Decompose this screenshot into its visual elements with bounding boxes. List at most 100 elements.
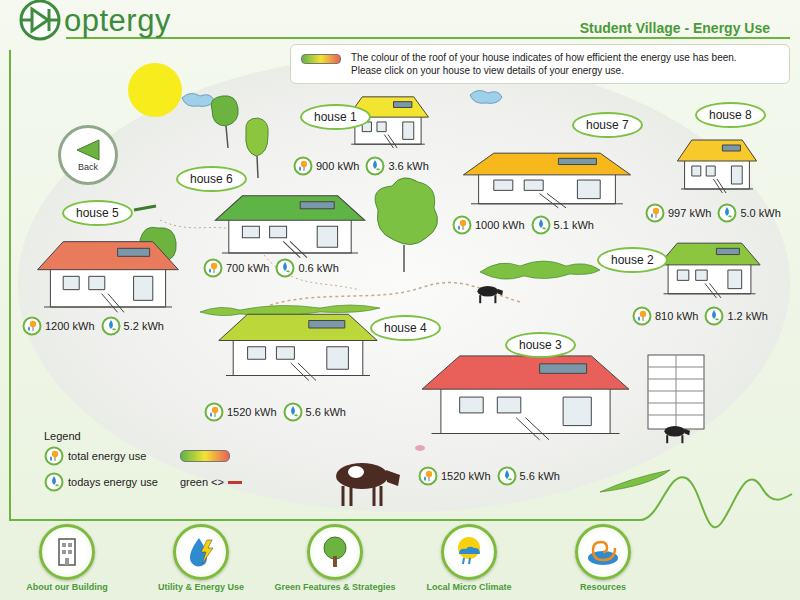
today-energy-reading: 5.2 kWh bbox=[101, 316, 164, 336]
total-energy-value: 1520 kWh bbox=[227, 406, 277, 418]
window bbox=[706, 166, 715, 176]
total-energy-reading: 1200 kWh bbox=[22, 316, 95, 336]
stairs bbox=[547, 193, 566, 207]
logo-icon bbox=[18, 0, 62, 42]
house-readings: 810 kWh 1.2 kWh bbox=[632, 306, 768, 326]
house-label[interactable]: house 6 bbox=[176, 166, 247, 192]
house-readings: 1200 kWh 5.2 kWh bbox=[22, 316, 164, 336]
window bbox=[460, 397, 484, 413]
solar-panel bbox=[394, 102, 412, 108]
tree-icon bbox=[375, 178, 438, 272]
window bbox=[494, 180, 513, 190]
legend-label: total energy use bbox=[68, 450, 146, 462]
nav-label[interactable]: Local Micro Climate bbox=[426, 582, 511, 592]
nav-button[interactable] bbox=[441, 524, 497, 580]
door bbox=[728, 270, 742, 289]
total-energy-reading: 700 kWh bbox=[203, 258, 269, 278]
spiral-icon bbox=[585, 534, 621, 570]
window bbox=[276, 347, 294, 360]
back-button[interactable]: Back bbox=[58, 125, 118, 185]
house-label[interactable]: house 7 bbox=[572, 112, 643, 138]
total-energy-icon bbox=[452, 215, 472, 235]
today-energy-value: 5.6 kWh bbox=[306, 406, 346, 418]
house-building[interactable] bbox=[652, 238, 767, 300]
nav-item[interactable]: Green Features & Strategies bbox=[268, 524, 402, 592]
house-readings: 997 kWh 5.0 kWh bbox=[645, 203, 781, 223]
house-building[interactable] bbox=[452, 148, 642, 210]
door bbox=[577, 180, 600, 199]
nav-button[interactable] bbox=[575, 524, 631, 580]
today-energy-value: 5.6 kWh bbox=[520, 470, 560, 482]
solar-panel bbox=[540, 364, 587, 374]
water-power-icon bbox=[183, 534, 219, 570]
today-energy-icon bbox=[275, 258, 295, 278]
house-building[interactable] bbox=[208, 308, 388, 383]
house-label[interactable]: house 3 bbox=[505, 332, 576, 358]
today-energy-value: 1.2 kWh bbox=[727, 310, 767, 322]
nav-label[interactable]: About our Building bbox=[26, 582, 107, 592]
tree-icon bbox=[246, 118, 269, 178]
house-label[interactable]: house 8 bbox=[695, 102, 766, 128]
door bbox=[563, 397, 591, 426]
total-energy-value: 700 kWh bbox=[226, 262, 269, 274]
cloud-icon bbox=[182, 93, 214, 106]
nav-button[interactable] bbox=[307, 524, 363, 580]
info-line: The colour of the roof of your house ind… bbox=[351, 51, 737, 64]
house-label[interactable]: house 1 bbox=[300, 104, 371, 130]
nav-item[interactable]: Local Micro Climate bbox=[402, 524, 536, 592]
nav-label[interactable]: Utility & Energy Use bbox=[158, 582, 244, 592]
house-building[interactable] bbox=[28, 235, 188, 315]
today-energy-icon bbox=[531, 215, 551, 235]
solar-panel bbox=[716, 248, 739, 254]
legend-item: total energy use bbox=[44, 446, 158, 466]
stairs bbox=[290, 241, 307, 257]
nav-label[interactable]: Green Features & Strategies bbox=[274, 582, 395, 592]
window bbox=[497, 397, 521, 413]
door bbox=[317, 226, 337, 247]
nav-button[interactable] bbox=[173, 524, 229, 580]
nav-button[interactable] bbox=[39, 524, 95, 580]
house-readings: 1520 kWh 5.6 kWh bbox=[204, 402, 346, 422]
total-energy-icon bbox=[632, 306, 652, 326]
door bbox=[403, 122, 414, 139]
window bbox=[89, 276, 105, 289]
house-roof bbox=[659, 243, 760, 265]
logo: optergy bbox=[18, 0, 171, 42]
stairs bbox=[298, 363, 316, 381]
total-energy-value: 997 kWh bbox=[668, 207, 711, 219]
shrub bbox=[600, 470, 670, 492]
nav-label[interactable]: Resources bbox=[580, 582, 626, 592]
legend-label: todays energy use bbox=[68, 476, 158, 488]
house-label[interactable]: house 5 bbox=[62, 200, 133, 226]
logo-text: optergy bbox=[64, 5, 171, 36]
legend: Legendtotal energy usetodays energy useg… bbox=[44, 430, 242, 492]
nav-item[interactable]: Resources bbox=[536, 524, 670, 592]
today-energy-icon bbox=[717, 203, 737, 223]
today-energy-value: 0.6 kWh bbox=[298, 262, 338, 274]
total-energy-value: 1200 kWh bbox=[45, 320, 95, 332]
total-energy-icon bbox=[203, 258, 223, 278]
total-energy-icon bbox=[293, 156, 313, 176]
house-building[interactable] bbox=[672, 135, 762, 195]
info-text: The colour of the roof of your house ind… bbox=[351, 51, 737, 77]
total-energy-icon bbox=[44, 446, 64, 466]
bench bbox=[134, 206, 156, 210]
hedge bbox=[480, 261, 600, 279]
total-energy-reading: 1000 kWh bbox=[452, 215, 525, 235]
solar-panel bbox=[722, 145, 740, 151]
total-energy-reading: 810 kWh bbox=[632, 306, 698, 326]
house-label[interactable]: house 4 bbox=[370, 315, 441, 341]
window bbox=[63, 276, 79, 289]
house-label[interactable]: house 2 bbox=[597, 247, 668, 273]
total-energy-value: 1520 kWh bbox=[441, 470, 491, 482]
door bbox=[134, 276, 153, 300]
window bbox=[270, 226, 287, 238]
house-building[interactable] bbox=[205, 190, 375, 260]
scale-label: green <> bbox=[180, 476, 224, 488]
today-energy-value: 5.2 kWh bbox=[124, 320, 164, 332]
nav-item[interactable]: About our Building bbox=[0, 524, 134, 592]
window bbox=[242, 226, 259, 238]
house-building[interactable] bbox=[408, 348, 643, 443]
today-energy-value: 5.0 kWh bbox=[740, 207, 780, 219]
nav-item[interactable]: Utility & Energy Use bbox=[134, 524, 268, 592]
